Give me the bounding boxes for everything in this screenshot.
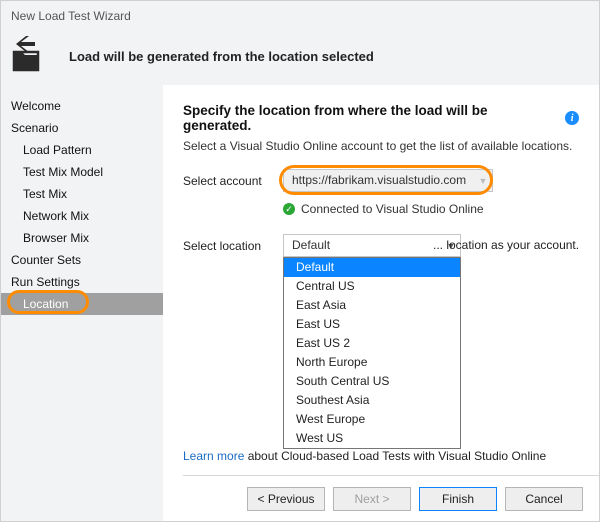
sidebar-item-run-settings[interactable]: Run Settings — [1, 271, 163, 293]
location-option[interactable]: East US — [284, 315, 460, 334]
location-option[interactable]: South Central US — [284, 372, 460, 391]
sidebar-item-counter-sets[interactable]: Counter Sets — [1, 249, 163, 271]
location-option[interactable]: East Asia — [284, 296, 460, 315]
sidebar-item-label: Location — [23, 297, 68, 311]
location-option[interactable]: Southest Asia — [284, 391, 460, 410]
location-option[interactable]: Central US — [284, 277, 460, 296]
page-heading: Specify the location from where the load… — [183, 103, 579, 133]
window-title: New Load Test Wizard — [1, 1, 599, 31]
page-subheading: Select a Visual Studio Online account to… — [183, 139, 579, 153]
select-account-label: Select account — [183, 174, 271, 188]
wizard-icon — [11, 35, 53, 77]
sidebar-item-browser-mix[interactable]: Browser Mix — [1, 227, 163, 249]
cancel-button[interactable]: Cancel — [505, 487, 583, 511]
select-location-label: Select location — [183, 239, 271, 253]
location-option[interactable]: West US — [284, 429, 460, 448]
connected-status: ✓ Connected to Visual Studio Online — [283, 202, 579, 216]
select-account-combo[interactable]: https://fabrikam.visualstudio.com ▼ — [283, 169, 493, 192]
sidebar-item-scenario[interactable]: Scenario — [1, 117, 163, 139]
location-option[interactable]: West Europe — [284, 410, 460, 429]
sidebar-item-welcome[interactable]: Welcome — [1, 95, 163, 117]
sidebar-item-test-mix-model[interactable]: Test Mix Model — [1, 161, 163, 183]
finish-button[interactable]: Finish — [419, 487, 497, 511]
location-hint: ... location as your account. — [433, 238, 579, 252]
wizard-window: New Load Test Wizard Load will be genera… — [0, 0, 600, 522]
info-icon[interactable]: i — [565, 111, 579, 125]
page-heading-text: Specify the location from where the load… — [183, 103, 555, 133]
separator — [183, 475, 599, 476]
wizard-main: Specify the location from where the load… — [163, 85, 599, 521]
select-location-value: Default — [284, 235, 442, 256]
previous-button[interactable]: < Previous — [247, 487, 325, 511]
chevron-down-icon: ▼ — [474, 176, 492, 186]
sidebar-item-network-mix[interactable]: Network Mix — [1, 205, 163, 227]
wizard-buttons: < Previous Next > Finish Cancel — [247, 487, 583, 511]
wizard-header-title: Load will be generated from the location… — [69, 49, 374, 64]
wizard-sidebar: Welcome Scenario Load Pattern Test Mix M… — [1, 85, 163, 521]
connected-status-text: Connected to Visual Studio Online — [301, 202, 484, 216]
learn-more-link[interactable]: Learn more — [183, 449, 244, 463]
check-circle-icon: ✓ — [283, 203, 295, 215]
select-location-dropdown[interactable]: Default Central US East Asia East US Eas… — [283, 257, 461, 449]
learn-more-text: Learn more about Cloud-based Load Tests … — [183, 449, 546, 463]
location-option[interactable]: Default — [284, 258, 460, 277]
sidebar-item-load-pattern[interactable]: Load Pattern — [1, 139, 163, 161]
select-account-value: https://fabrikam.visualstudio.com — [284, 170, 474, 191]
location-option[interactable]: North Europe — [284, 353, 460, 372]
location-option[interactable]: East US 2 — [284, 334, 460, 353]
sidebar-item-location[interactable]: Location — [1, 293, 163, 315]
wizard-header: Load will be generated from the location… — [1, 31, 599, 91]
sidebar-item-test-mix[interactable]: Test Mix — [1, 183, 163, 205]
learn-more-suffix: about Cloud-based Load Tests with Visual… — [244, 449, 546, 463]
next-button: Next > — [333, 487, 411, 511]
